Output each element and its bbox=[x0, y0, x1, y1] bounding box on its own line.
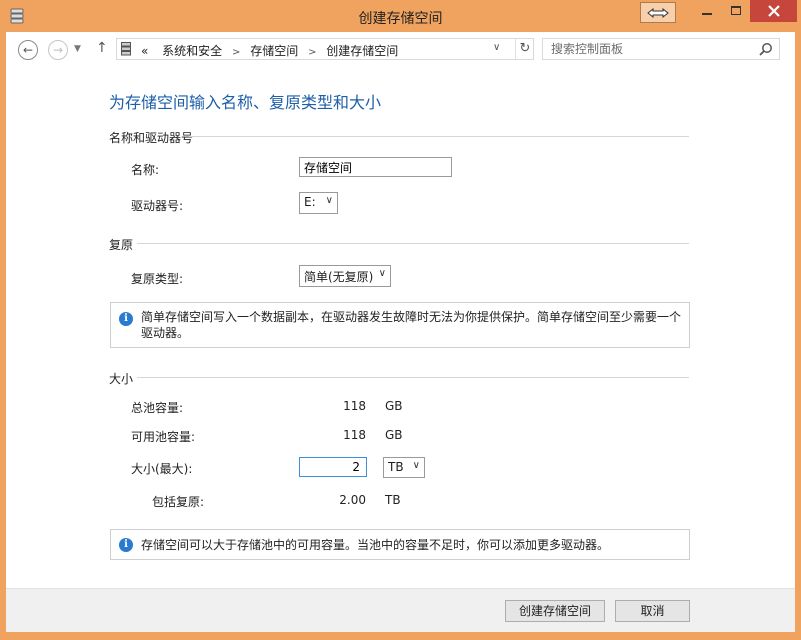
name-field[interactable] bbox=[299, 157, 452, 177]
section-divider bbox=[137, 243, 689, 244]
resiliency-info-line-1: 简单存储空间写入一个数据副本，在驱动器发生故障时无法为你提供保护。简单存储空间至… bbox=[141, 310, 682, 324]
available-capacity-value: 118 bbox=[343, 428, 366, 442]
resize-arrows-icon bbox=[647, 7, 669, 18]
resiliency-info-line-2: 驱动器。 bbox=[141, 326, 190, 340]
drive-letter-label: 驱动器号: bbox=[131, 199, 184, 213]
recent-pages-dropdown[interactable]: ▼ bbox=[74, 44, 81, 54]
available-capacity-unit: GB bbox=[385, 428, 403, 442]
info-icon: i bbox=[119, 538, 133, 552]
back-button[interactable]: ← bbox=[18, 40, 38, 60]
size-info-box: i 存储空间可以大于存储池中的可用容量。当池中的容量不足时，你可以添加更多驱动器… bbox=[110, 529, 690, 560]
window: 创建存储空间 ← → ▼ ↑ « 系统和安全 > 存储空间 > 创建存储空间 ∨… bbox=[0, 0, 801, 640]
arrow-right-icon: → bbox=[52, 43, 64, 57]
section-divider bbox=[137, 377, 689, 378]
resiliency-info-text: 简单存储空间写入一个数据副本，在驱动器发生故障时无法为你提供保护。简单存储空间至… bbox=[141, 309, 681, 341]
cancel-button[interactable]: 取消 bbox=[615, 600, 690, 622]
info-icon: i bbox=[119, 312, 133, 326]
breadcrumb-item-create-storage-space[interactable]: 创建存储空间 bbox=[326, 44, 398, 58]
maximize-button[interactable] bbox=[722, 0, 750, 22]
refresh-icon: ↻ bbox=[519, 41, 531, 56]
address-history-dropdown[interactable]: ∨ bbox=[493, 42, 500, 53]
breadcrumb[interactable]: « 系统和安全 > 存储空间 > 创建存储空间 ∨ ↻ bbox=[116, 38, 534, 60]
close-button[interactable] bbox=[750, 0, 797, 22]
section-divider bbox=[189, 136, 689, 137]
total-capacity-value: 118 bbox=[343, 399, 366, 413]
resiliency-info-box: i 简单存储空间写入一个数据副本，在驱动器发生故障时无法为你提供保护。简单存储空… bbox=[110, 302, 690, 348]
main-content: 为存储空间输入名称、复原类型和大小 名称和驱动器号 名称: 驱动器号: E: ∨… bbox=[6, 68, 795, 588]
breadcrumb-path: « 系统和安全 > 存储空间 > 创建存储空间 bbox=[141, 42, 398, 59]
chevron-down-icon: ∨ bbox=[493, 42, 501, 53]
storage-spaces-icon bbox=[121, 42, 131, 56]
window-title: 创建存储空间 bbox=[358, 11, 443, 27]
size-field[interactable] bbox=[299, 457, 367, 477]
drive-letter-select[interactable]: E: ∨ bbox=[299, 192, 338, 214]
search-icon[interactable] bbox=[759, 42, 773, 56]
create-storage-space-button[interactable]: 创建存储空间 bbox=[505, 600, 605, 622]
drive-letter-value: E: bbox=[304, 195, 316, 209]
total-capacity-label: 总池容量: bbox=[131, 401, 184, 415]
footer: 创建存储空间 取消 bbox=[6, 588, 795, 632]
arrow-up-icon: ↑ bbox=[96, 40, 108, 56]
name-label: 名称: bbox=[131, 163, 160, 177]
section-name-drive: 名称和驱动器号 bbox=[109, 131, 194, 145]
refresh-button[interactable]: ↻ bbox=[515, 39, 534, 59]
size-info-text: 存储空间可以大于存储池中的可用容量。当池中的容量不足时，你可以添加更多驱动器。 bbox=[141, 538, 610, 552]
search-box bbox=[542, 38, 780, 60]
close-icon bbox=[767, 5, 780, 17]
chevron-down-icon: ∨ bbox=[412, 460, 420, 471]
arrow-left-icon: ← bbox=[22, 43, 34, 57]
page-title: 为存储空间输入名称、复原类型和大小 bbox=[109, 93, 382, 112]
resiliency-type-label: 复原类型: bbox=[131, 272, 184, 286]
total-capacity-unit: GB bbox=[385, 399, 403, 413]
chevron-down-icon: ∨ bbox=[378, 268, 386, 279]
including-resiliency-value: 2.00 bbox=[339, 493, 366, 507]
section-size: 大小 bbox=[109, 372, 134, 386]
breadcrumb-item-system-security[interactable]: 系统和安全 bbox=[162, 44, 222, 58]
chevron-right-icon[interactable]: > bbox=[232, 47, 240, 58]
resiliency-type-select[interactable]: 简单(无复原) ∨ bbox=[299, 265, 391, 287]
size-unit-value: TB bbox=[388, 460, 404, 474]
chevron-down-icon: ∨ bbox=[325, 195, 333, 206]
search-input[interactable] bbox=[543, 39, 769, 59]
snap-button[interactable] bbox=[640, 2, 676, 23]
forward-button[interactable]: → bbox=[48, 40, 68, 60]
size-max-label: 大小(最大): bbox=[131, 462, 193, 476]
minimize-icon bbox=[702, 13, 712, 15]
resiliency-type-value: 简单(无复原) bbox=[304, 270, 374, 284]
breadcrumb-item-storage-spaces[interactable]: 存储空间 bbox=[250, 44, 298, 58]
title-bar: 创建存储空间 bbox=[0, 0, 801, 32]
available-capacity-label: 可用池容量: bbox=[131, 430, 196, 444]
breadcrumb-overflow[interactable]: « bbox=[141, 44, 148, 58]
size-unit-select[interactable]: TB ∨ bbox=[383, 457, 425, 478]
including-resiliency-label: 包括复原: bbox=[152, 495, 205, 509]
up-button[interactable]: ↑ bbox=[96, 40, 108, 56]
address-bar: ← → ▼ ↑ « 系统和安全 > 存储空间 > 创建存储空间 ∨ ↻ bbox=[6, 32, 795, 68]
chevron-right-icon[interactable]: > bbox=[308, 47, 316, 58]
maximize-icon bbox=[731, 6, 741, 15]
chevron-down-icon: ▼ bbox=[74, 44, 81, 54]
including-resiliency-unit: TB bbox=[385, 493, 401, 507]
section-resiliency: 复原 bbox=[109, 238, 134, 252]
minimize-button[interactable] bbox=[693, 0, 721, 22]
